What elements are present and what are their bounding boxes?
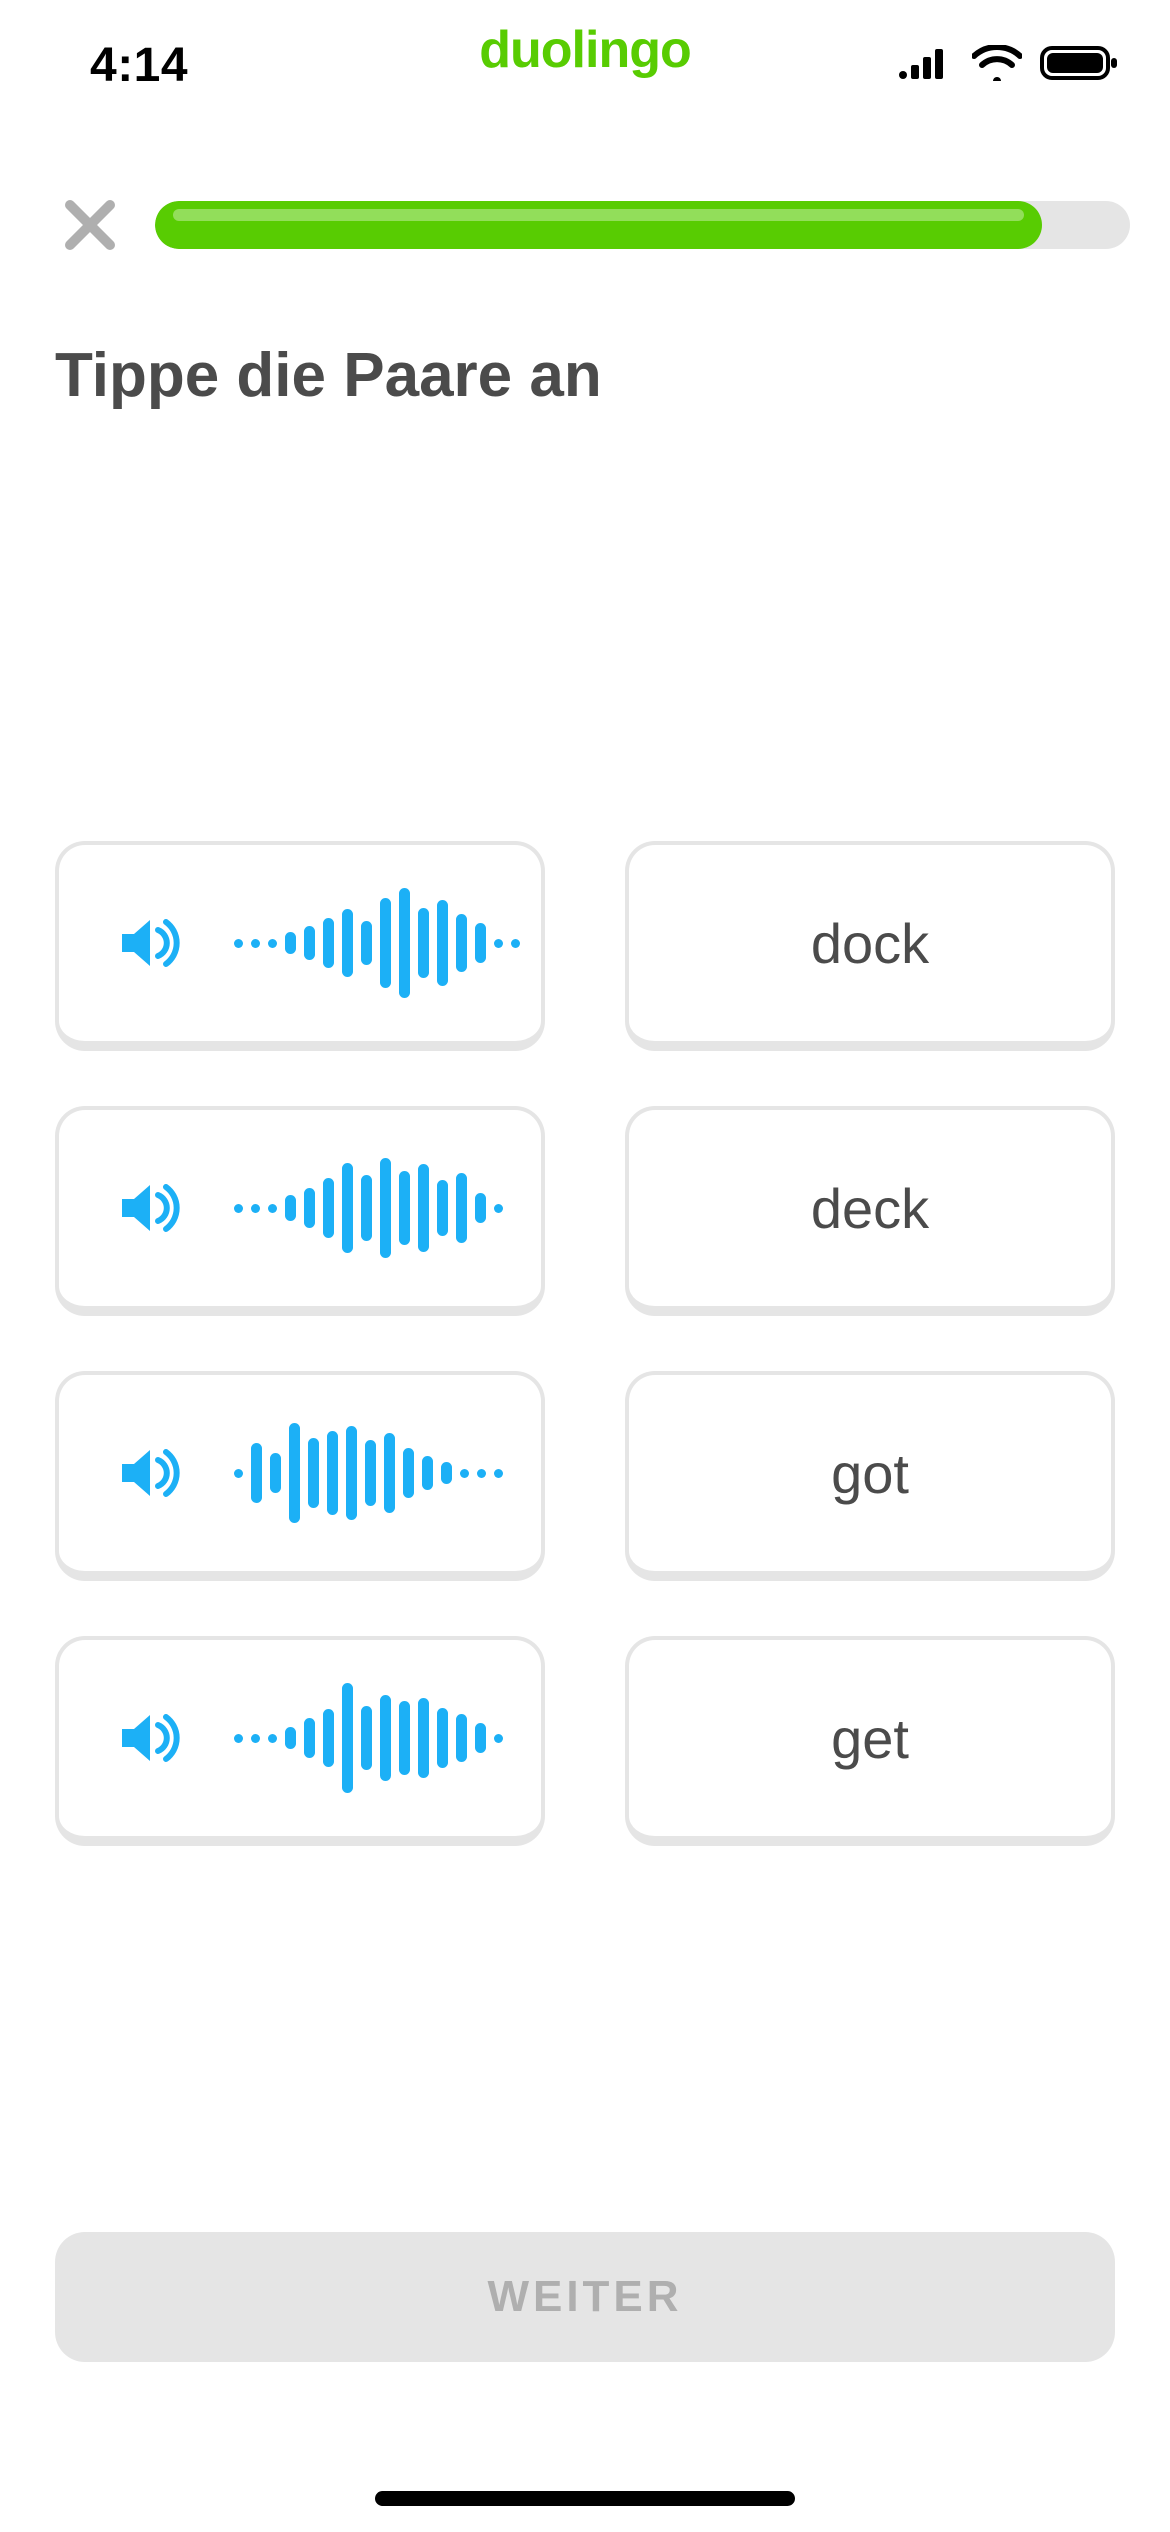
- word-card-deck[interactable]: deck: [625, 1106, 1115, 1316]
- word-label: deck: [811, 1176, 929, 1241]
- lesson-header: [0, 110, 1170, 260]
- waveform-icon: [234, 888, 520, 998]
- home-indicator[interactable]: [375, 2491, 795, 2506]
- exercise-prompt: Tippe die Paare an: [0, 260, 1170, 411]
- status-time: 4:14: [90, 38, 188, 93]
- speaker-icon: [114, 1703, 184, 1773]
- word-card-dock[interactable]: dock: [625, 841, 1115, 1051]
- speaker-icon: [114, 1173, 184, 1243]
- word-label: get: [831, 1706, 909, 1771]
- speaker-icon: [114, 908, 184, 978]
- word-card-got[interactable]: got: [625, 1371, 1115, 1581]
- battery-icon: [1040, 44, 1120, 87]
- waveform-icon: [234, 1418, 503, 1528]
- duolingo-logo: duolingo: [479, 20, 690, 80]
- continue-button[interactable]: WEITER: [55, 2232, 1115, 2362]
- audio-card-2[interactable]: [55, 1106, 545, 1316]
- pair-grid: dock deck: [0, 841, 1170, 1846]
- progress-bar: [155, 201, 1130, 249]
- progress-fill: [155, 201, 1042, 249]
- wifi-icon: [972, 45, 1022, 86]
- audio-card-4[interactable]: [55, 1636, 545, 1846]
- continue-wrap: WEITER: [55, 2232, 1115, 2362]
- audio-card-1[interactable]: [55, 841, 545, 1051]
- cellular-icon: [898, 45, 954, 86]
- close-button[interactable]: [55, 190, 125, 260]
- audio-card-3[interactable]: [55, 1371, 545, 1581]
- waveform-icon: [234, 1153, 503, 1263]
- waveform-icon: [234, 1683, 503, 1793]
- close-icon: [60, 195, 120, 255]
- speaker-icon: [114, 1438, 184, 1508]
- status-bar: 4:14 duolingo: [0, 0, 1170, 110]
- word-label: got: [831, 1441, 909, 1506]
- word-card-get[interactable]: get: [625, 1636, 1115, 1846]
- status-icons: [898, 44, 1120, 87]
- word-label: dock: [811, 911, 929, 976]
